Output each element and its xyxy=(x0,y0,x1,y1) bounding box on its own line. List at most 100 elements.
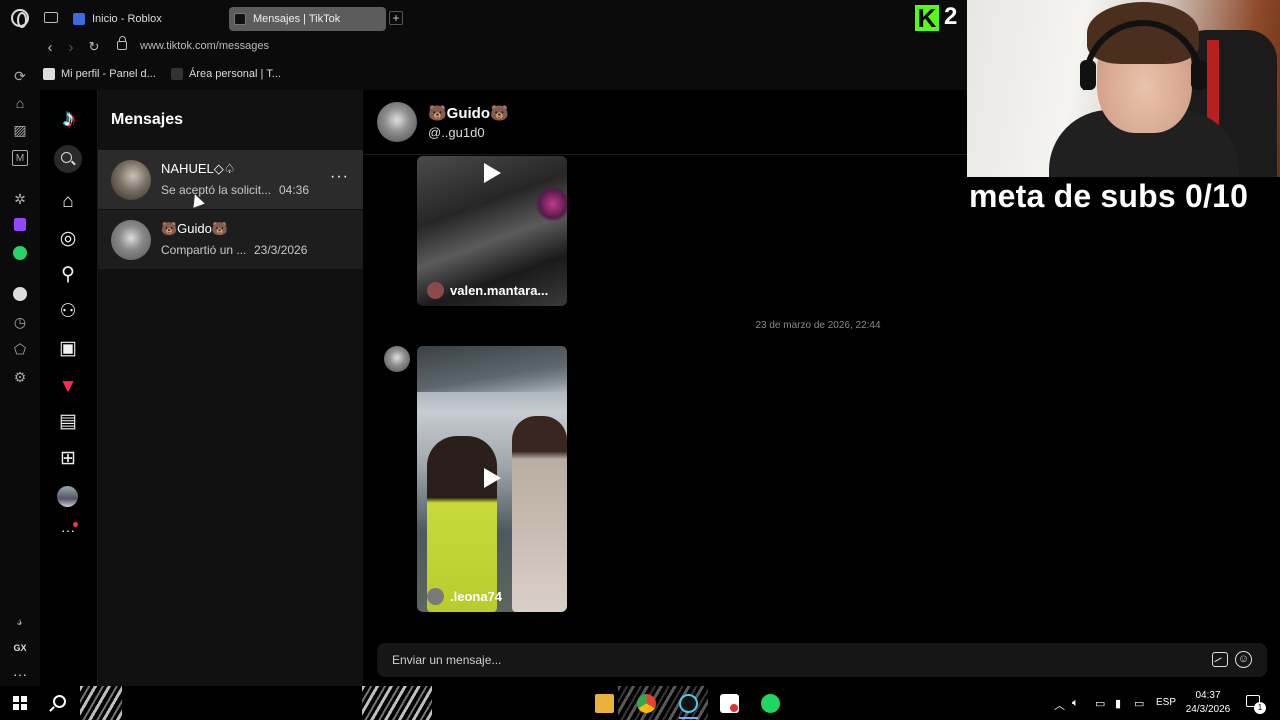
bookmark-area-personal[interactable]: Área personal | T... xyxy=(171,68,281,80)
spotify-icon[interactable] xyxy=(13,287,27,301)
show-hidden-icons-icon[interactable]: ︿ xyxy=(1054,697,1065,713)
home-icon[interactable]: ⌂ xyxy=(57,191,79,213)
opera-gx-icon[interactable] xyxy=(679,694,698,713)
viewer-count: 2 xyxy=(944,3,958,30)
video-author: valen.mantara... xyxy=(427,282,549,299)
play-icon[interactable] xyxy=(484,163,501,183)
webcam-feed xyxy=(967,0,1280,177)
conversation-name: NAHUEL◇♤ xyxy=(161,161,236,176)
url-field[interactable]: www.tiktok.com/messages xyxy=(140,40,269,52)
search-icon[interactable] xyxy=(53,695,66,708)
file-explorer-icon[interactable] xyxy=(595,694,614,713)
bookmark-mi-perfil[interactable]: Mi perfil - Panel d... xyxy=(43,68,156,80)
live-icon[interactable]: ▣ xyxy=(57,338,79,360)
profile-icon[interactable] xyxy=(57,486,78,507)
shared-video-card[interactable]: .leona74 xyxy=(417,346,567,612)
notification-dot xyxy=(73,522,78,527)
conversation-item[interactable]: 🐻Guido🐻 Compartió un ... 23/3/2026 xyxy=(98,210,363,269)
back-icon[interactable]: ‹ xyxy=(42,39,58,56)
whatsapp-icon[interactable] xyxy=(13,246,27,260)
video-thumbnail xyxy=(512,416,567,612)
chatgpt-icon[interactable]: ✲ xyxy=(12,191,28,207)
extensions-icon[interactable]: ⬠ xyxy=(12,341,28,357)
opera-gx-logo-icon[interactable] xyxy=(11,9,29,28)
conversation-preview: Se aceptó la solicit... xyxy=(161,183,272,197)
feather-icon[interactable]: 𝓈 xyxy=(12,612,28,628)
avatar[interactable] xyxy=(384,346,410,372)
refresh-icon[interactable]: ⟳ xyxy=(12,68,28,84)
shared-video-card[interactable]: valen.mantara... xyxy=(417,156,567,306)
forward-icon[interactable]: › xyxy=(63,39,79,56)
play-icon[interactable] xyxy=(484,468,501,488)
explore-icon[interactable]: ◎ xyxy=(57,228,79,250)
m-icon[interactable]: M xyxy=(12,150,28,166)
notification-count: 1 xyxy=(1254,702,1266,714)
more-icon[interactable]: ··· xyxy=(12,666,28,682)
emoji-icon[interactable]: ☺ xyxy=(1235,651,1252,668)
roblox-icon[interactable] xyxy=(720,694,739,713)
taskbar-glitch xyxy=(362,686,432,720)
tab-roblox[interactable]: Inicio - Roblox xyxy=(68,7,218,31)
tiktok-logo-icon[interactable]: ♪ xyxy=(56,106,82,132)
inbox-icon[interactable]: ▤ xyxy=(57,411,79,433)
language-indicator[interactable]: ESP xyxy=(1156,697,1176,708)
chat-header: 🐻Guido🐻 @..gu1d0 xyxy=(363,90,967,155)
settings-icon[interactable]: ⚙ xyxy=(12,369,28,385)
contact-handle[interactable]: @..gu1d0 xyxy=(428,125,485,140)
following-icon[interactable]: ⚲ xyxy=(57,264,79,286)
image-icon[interactable] xyxy=(1212,652,1228,667)
page-title: Mensajes xyxy=(111,111,184,128)
conversation-preview: Compartió un ... xyxy=(161,243,247,257)
gx-icon[interactable]: GX xyxy=(12,640,28,656)
headset-icon xyxy=(1080,60,1096,90)
twitch-icon[interactable] xyxy=(14,218,26,231)
volume-icon[interactable]: 🔈︎ xyxy=(1072,697,1079,710)
tab-label: Inicio - Roblox xyxy=(92,13,162,25)
tab-tiktok-messages[interactable]: Mensajes | TikTok xyxy=(229,7,386,31)
roblox-favicon-icon xyxy=(73,13,85,25)
opera-sidebar: ⟳ ⌂ ▨ M ✲ ◷ ⬠ ⚙ 𝓈 GX ··· xyxy=(0,60,40,686)
new-tab-button[interactable]: + xyxy=(389,11,403,25)
tab-manager-icon[interactable] xyxy=(44,12,58,23)
messages-icon[interactable]: ▼ xyxy=(57,376,79,398)
message-timestamp: 23 de marzo de 2026, 22:44 xyxy=(755,320,881,331)
game-icon[interactable]: ⌂ xyxy=(12,95,28,111)
windows-start-icon[interactable] xyxy=(13,696,27,710)
tiktok-nav: ♪ ⌂ ◎ ⚲ ⚇ ▣ ▼ ▤ ⊞ ··· xyxy=(40,90,98,686)
chrome-icon[interactable] xyxy=(637,694,656,713)
chat-panel: 🐻Guido🐻 @..gu1d0 valen.mantara... 23 de … xyxy=(363,90,1267,686)
avatar[interactable] xyxy=(377,102,417,142)
upload-icon[interactable]: ⊞ xyxy=(57,448,79,470)
spotify-icon[interactable] xyxy=(761,694,780,713)
message-input-box: ☺ xyxy=(377,643,1267,677)
video-author-name: .leona74 xyxy=(450,589,503,604)
subscriber-goal-text: meta de subs 0/10 xyxy=(969,178,1249,214)
taskbar-glitch xyxy=(80,686,122,720)
history-icon[interactable]: ◷ xyxy=(12,314,28,330)
clock-date: 24/3/2026 xyxy=(1185,704,1231,715)
conversation-name: 🐻Guido🐻 xyxy=(161,221,229,236)
device-icon[interactable]: ▭ xyxy=(1095,697,1105,710)
search-icon[interactable] xyxy=(54,145,82,173)
clock-time: 04:37 xyxy=(1195,690,1221,701)
conversation-time: 04:36 xyxy=(279,183,310,197)
avatar xyxy=(111,220,151,260)
block-icon[interactable]: ▨ xyxy=(12,122,28,138)
reload-icon[interactable]: ↻ xyxy=(86,39,102,55)
bookmark-favicon-icon xyxy=(43,68,55,80)
message-input[interactable] xyxy=(377,643,1197,677)
video-thumbnail xyxy=(417,346,567,392)
video-thumbnail xyxy=(427,436,497,612)
more-options-icon[interactable]: ··· xyxy=(330,168,349,186)
network-icon[interactable]: ▭ xyxy=(1134,697,1144,710)
system-clock[interactable]: 04:37 24/3/2026 xyxy=(1182,689,1234,717)
screen: Inicio - Roblox Mensajes | TikTok + ‹ › … xyxy=(0,0,1280,720)
video-thumbnail xyxy=(535,186,567,222)
contact-name[interactable]: 🐻Guido🐻 xyxy=(428,104,509,122)
video-author-name: valen.mantara... xyxy=(450,283,549,298)
microphone-icon[interactable]: ▮ xyxy=(1115,697,1121,710)
friends-icon[interactable]: ⚇ xyxy=(57,301,79,323)
conversation-item[interactable]: NAHUEL◇♤ Se aceptó la solicit... 04:36 ·… xyxy=(98,150,363,209)
video-author: .leona74 xyxy=(427,588,503,605)
avatar xyxy=(427,282,444,299)
